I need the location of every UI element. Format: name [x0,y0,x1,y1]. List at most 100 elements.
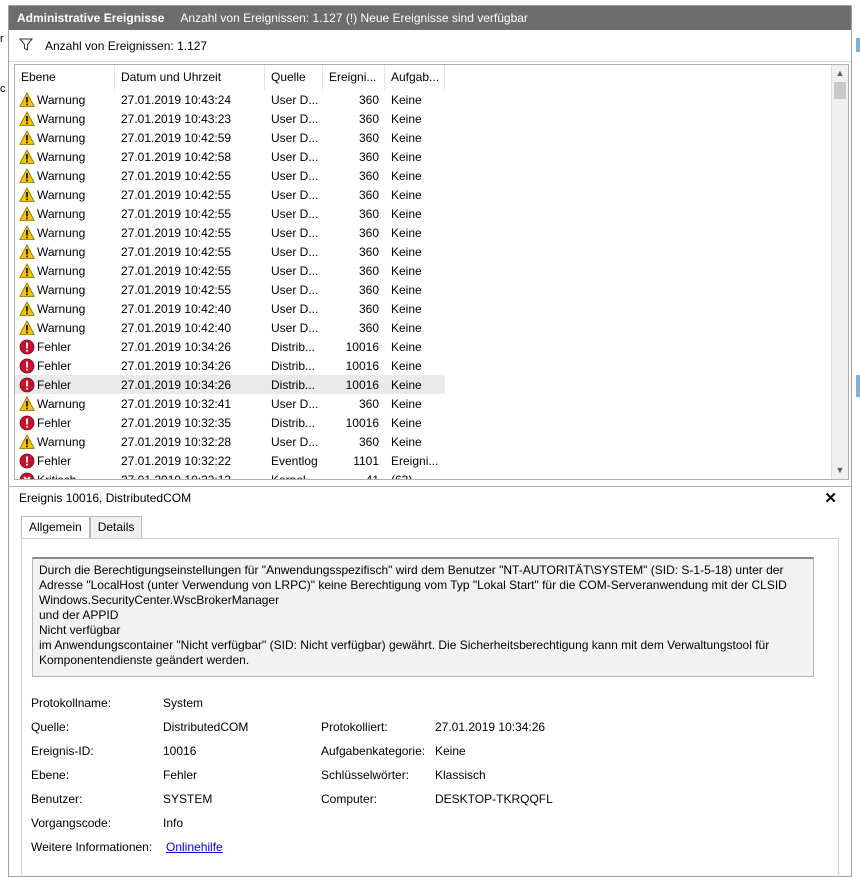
event-id-cell: 360 [358,168,379,183]
level-text: Warnung [37,92,86,107]
source-cell: User D... [271,320,319,335]
level-text: Warnung [37,111,86,126]
task-category-value: Keine [435,744,466,758]
online-help-link[interactable]: Onlinehilfe [166,840,223,854]
detail-tabs: Allgemein Details [21,516,143,539]
view-titlebar: Administrative Ereignisse Anzahl von Ere… [9,6,851,30]
close-icon[interactable]: ✕ [824,489,837,507]
warning-icon [19,243,35,260]
datetime-cell: 27.01.2019 10:42:58 [121,149,232,164]
table-row[interactable]: Warnung 27.01.2019 10:42:55 User D... 360 Ke… [15,185,445,204]
source-label: Quelle: [31,720,70,734]
level-text: Warnung [37,225,86,240]
event-id-cell: 360 [358,111,379,126]
datetime-cell: 27.01.2019 10:32:41 [121,396,232,411]
task-cell: Keine [391,377,422,392]
level-cell: Warnung [15,433,115,450]
warning-icon [19,281,35,298]
event-id-value: 10016 [163,744,197,758]
datetime-cell: 27.01.2019 10:43:24 [121,92,232,107]
event-id-cell: 1101 [353,453,379,468]
source-value: DistributedCOM [163,720,249,734]
datetime-cell: 27.01.2019 10:42:40 [121,320,232,335]
task-cell: Keine [391,92,422,107]
column-header-source[interactable]: Quelle [265,65,323,90]
tab-details[interactable]: Details [89,516,143,538]
column-header-event-id[interactable]: Ereigni... [323,65,385,90]
column-header-datetime[interactable]: Datum und Uhrzeit [115,65,265,90]
column-header-level[interactable]: Ebene [15,65,115,90]
source-cell: User D... [271,168,319,183]
keywords-label: Schlüsselwörter: [321,768,410,782]
datetime-cell: 27.01.2019 10:42:55 [121,206,232,221]
event-grid[interactable]: Ebene Datum und Uhrzeit Quelle Ereigni..… [14,64,849,480]
grid-rows: Warnung 27.01.2019 10:43:24 User D... 360 Ke… [15,90,831,479]
source-cell: User D... [271,263,319,278]
filter-icon[interactable] [18,38,34,54]
table-row[interactable]: Warnung 27.01.2019 10:32:41 User D... 360 Ke… [15,394,445,413]
column-header-task[interactable]: Aufgab... [385,65,445,90]
level-cell: Fehler [15,453,115,469]
source-cell: Distrib... [271,377,316,392]
critical-icon [19,472,35,479]
warning-icon [19,129,35,146]
event-id-cell: 360 [358,320,379,335]
table-row[interactable]: Warnung 27.01.2019 10:43:23 User D... 360 Ke… [15,109,445,128]
task-cell: Keine [391,301,422,316]
level-cell: Warnung [15,167,115,184]
table-row[interactable]: Warnung 27.01.2019 10:42:55 User D... 360 Ke… [15,166,445,185]
keywords-value: Klassisch [435,768,486,782]
table-row[interactable]: Warnung 27.01.2019 10:42:55 User D... 360 Ke… [15,223,445,242]
level-cell: Warnung [15,148,115,165]
datetime-cell: 27.01.2019 10:34:26 [121,377,232,392]
table-row[interactable]: Warnung 27.01.2019 10:43:24 User D... 360 Ke… [15,90,445,109]
vertical-scrollbar[interactable]: ▲ ▼ [831,65,848,479]
datetime-cell: 27.01.2019 10:42:59 [121,130,232,145]
table-row[interactable]: Warnung 27.01.2019 10:42:58 User D... 360 Ke… [15,147,445,166]
table-row[interactable]: Warnung 27.01.2019 10:42:55 User D... 360 Ke… [15,204,445,223]
table-row[interactable]: Fehler 27.01.2019 10:34:26 Distrib... 10016… [15,375,445,394]
table-row[interactable]: Warnung 27.01.2019 10:42:59 User D... 360 Ke… [15,128,445,147]
scroll-thumb[interactable] [834,82,846,99]
source-cell: User D... [271,187,319,202]
task-cell: Keine [391,320,422,335]
table-row[interactable]: Fehler 27.01.2019 10:32:22 Eventlog 1101 Ere… [15,451,445,470]
table-row[interactable]: Kritisch 27.01.2019 10:32:13 Kernel-... 41 (… [15,470,445,479]
event-id-cell: 360 [358,263,379,278]
task-cell: Keine [391,187,422,202]
table-row[interactable]: Warnung 27.01.2019 10:42:40 User D... 360 Ke… [15,299,445,318]
datetime-cell: 27.01.2019 10:34:26 [121,339,232,354]
level-cell: Warnung [15,129,115,146]
tab-general[interactable]: Allgemein [21,516,90,539]
level-cell: Warnung [15,224,115,241]
level-text: Fehler [37,377,72,392]
table-row[interactable]: Fehler 27.01.2019 10:32:35 Distrib... 10016… [15,413,445,432]
warning-icon [19,110,35,127]
logged-label: Protokolliert: [321,720,388,734]
table-row[interactable]: Fehler 27.01.2019 10:34:26 Distrib... 10016… [15,337,445,356]
event-id-cell: 360 [358,434,379,449]
general-tab-body: Durch die Berechtigungseinstellungen für… [21,538,839,877]
event-id-cell: 360 [358,92,379,107]
opcode-label: Vorgangscode: [31,816,112,830]
task-category-label: Aufgabenkategorie: [321,744,426,758]
datetime-cell: 27.01.2019 10:42:55 [121,225,232,240]
scroll-down-icon[interactable]: ▼ [832,462,848,479]
level-cell: Warnung [15,186,115,203]
level-text: Fehler [37,358,72,373]
table-row[interactable]: Warnung 27.01.2019 10:42:55 User D... 360 Ke… [15,261,445,280]
level-text: Fehler [37,339,72,354]
task-cell: Keine [391,415,422,430]
table-row[interactable]: Fehler 27.01.2019 10:34:26 Distrib... 10016… [15,356,445,375]
table-row[interactable]: Warnung 27.01.2019 10:42:40 User D... 360 Ke… [15,318,445,337]
event-message[interactable]: Durch die Berechtigungseinstellungen für… [32,557,814,677]
detail-title: Ereignis 10016, DistributedCOM [19,490,192,505]
task-cell: Keine [391,282,422,297]
scroll-up-icon[interactable]: ▲ [832,65,848,82]
error-icon [19,377,35,393]
table-row[interactable]: Warnung 27.01.2019 10:32:28 User D... 360 Ke… [15,432,445,451]
level-cell: Fehler [15,358,115,374]
table-row[interactable]: Warnung 27.01.2019 10:42:55 User D... 360 Ke… [15,280,445,299]
table-row[interactable]: Warnung 27.01.2019 10:42:55 User D... 360 Ke… [15,242,445,261]
level-cell: Warnung [15,91,115,108]
